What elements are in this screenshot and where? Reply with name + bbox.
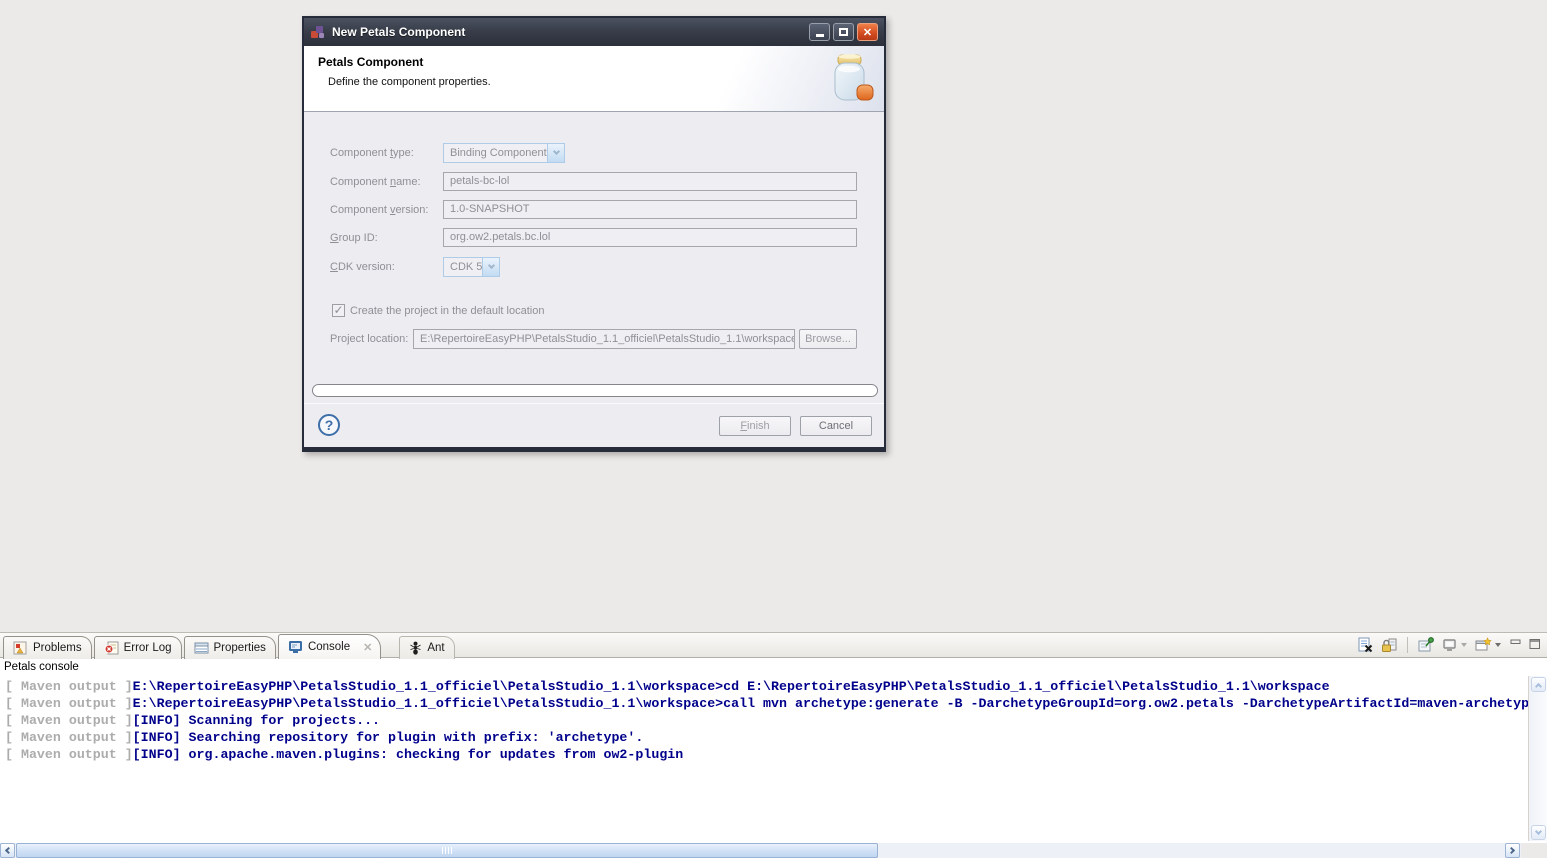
console-toolbar bbox=[1357, 637, 1501, 653]
error-log-icon bbox=[104, 641, 119, 655]
console-line-prefix: [ Maven output ] bbox=[5, 679, 133, 694]
chevron-down-icon[interactable] bbox=[1461, 643, 1467, 647]
console-line-prefix: [ Maven output ] bbox=[5, 747, 133, 762]
tab-ant[interactable]: Ant bbox=[399, 636, 454, 659]
properties-icon bbox=[194, 641, 209, 655]
component-name-label: Component name: bbox=[330, 176, 421, 188]
jar-icon bbox=[830, 53, 874, 103]
chevron-down-icon[interactable] bbox=[482, 258, 499, 276]
view-tabbar: Problems Error Log Properties Console ✕ bbox=[0, 632, 1547, 658]
minimize-view-icon bbox=[1510, 638, 1522, 650]
cdk-version-label: CDK version: bbox=[330, 261, 395, 273]
console-line-text: [INFO] Scanning for projects... bbox=[133, 713, 380, 728]
console-line: [ Maven output ]E:\RepertoireEasyPHP\Pet… bbox=[5, 678, 1528, 695]
maximize-view-icon bbox=[1529, 638, 1541, 650]
footer-divider bbox=[304, 403, 884, 404]
scroll-lock-button[interactable] bbox=[1381, 637, 1397, 653]
console-output[interactable]: [ Maven output ]E:\RepertoireEasyPHP\Pet… bbox=[0, 676, 1528, 841]
chevron-left-icon bbox=[5, 847, 12, 854]
vertical-scrollbar[interactable] bbox=[1528, 676, 1547, 841]
scrollbar-corner bbox=[1521, 843, 1547, 858]
ant-icon bbox=[409, 641, 422, 655]
minimize-view-button[interactable] bbox=[1510, 638, 1522, 650]
console-line: [ Maven output ]E:\RepertoireEasyPHP\Pet… bbox=[5, 695, 1528, 712]
project-location-field[interactable]: E:\RepertoireEasyPHP\PetalsStudio_1.1_of… bbox=[413, 329, 795, 349]
chevron-down-icon bbox=[1535, 828, 1542, 835]
tab-problems[interactable]: Problems bbox=[3, 636, 92, 659]
wizard-subtitle: Define the component properties. bbox=[328, 76, 491, 88]
wizard-title: Petals Component bbox=[318, 55, 423, 69]
open-console-button[interactable] bbox=[1475, 637, 1501, 653]
console-icon bbox=[288, 640, 303, 654]
tab-properties[interactable]: Properties bbox=[184, 636, 276, 659]
component-version-field[interactable]: 1.0-SNAPSHOT bbox=[443, 200, 857, 219]
scroll-lock-icon bbox=[1381, 637, 1397, 653]
console-line: [ Maven output ][INFO] Searching reposit… bbox=[5, 729, 1528, 746]
component-type-label: Component type: bbox=[330, 147, 414, 159]
minimize-icon bbox=[816, 34, 824, 37]
console-line-text: [INFO] org.apache.maven.plugins: checkin… bbox=[133, 747, 684, 762]
console-view: Problems Error Log Properties Console ✕ bbox=[0, 632, 1547, 860]
display-console-icon bbox=[1442, 637, 1458, 653]
dialog-title: New Petals Component bbox=[332, 25, 465, 39]
tab-console[interactable]: Console ✕ bbox=[278, 634, 381, 659]
cdk-version-select[interactable]: CDK 5 bbox=[443, 257, 500, 277]
pin-console-button[interactable] bbox=[1418, 637, 1434, 653]
scroll-left-button[interactable] bbox=[0, 843, 15, 858]
new-petals-component-dialog: New Petals Component ✕ Petals Component … bbox=[302, 16, 886, 452]
tab-error-log[interactable]: Error Log bbox=[94, 636, 182, 659]
console-line-prefix: [ Maven output ] bbox=[5, 730, 133, 745]
tab-close-icon[interactable]: ✕ bbox=[363, 641, 372, 654]
cancel-button[interactable]: Cancel bbox=[800, 416, 872, 436]
component-version-label: Component version: bbox=[330, 204, 428, 216]
minimize-button[interactable] bbox=[809, 23, 830, 41]
progress-bar bbox=[312, 384, 878, 397]
view-controls bbox=[1510, 638, 1541, 650]
dialog-titlebar[interactable]: New Petals Component ✕ bbox=[304, 18, 884, 46]
cdk-version-value: CDK 5 bbox=[444, 258, 482, 276]
pin-console-icon bbox=[1418, 637, 1434, 653]
close-button[interactable]: ✕ bbox=[857, 23, 878, 41]
console-line-text: [INFO] Searching repository for plugin w… bbox=[133, 730, 644, 745]
browse-button[interactable]: Browse... bbox=[799, 329, 857, 349]
open-console-icon bbox=[1475, 637, 1492, 653]
group-id-field[interactable]: org.ow2.petals.bc.lol bbox=[443, 228, 857, 247]
chevron-down-icon[interactable] bbox=[547, 144, 564, 162]
console-name: Petals console bbox=[0, 659, 1547, 676]
console-line-text: E:\RepertoireEasyPHP\PetalsStudio_1.1_of… bbox=[133, 696, 1528, 711]
component-name-field[interactable]: petals-bc-lol bbox=[443, 172, 857, 191]
help-button[interactable]: ? bbox=[318, 414, 340, 436]
problems-icon bbox=[13, 641, 28, 655]
component-type-value: Binding Component bbox=[444, 144, 547, 162]
console-line-prefix: [ Maven output ] bbox=[5, 713, 133, 728]
finish-button[interactable]: Finish bbox=[719, 416, 791, 436]
group-id-label: Group ID: bbox=[330, 232, 378, 244]
chevron-right-icon bbox=[1508, 847, 1515, 854]
close-icon: ✕ bbox=[863, 26, 872, 39]
clear-console-button[interactable] bbox=[1357, 637, 1373, 653]
petals-logo-icon bbox=[310, 24, 326, 40]
console-line: [ Maven output ][INFO] org.apache.maven.… bbox=[5, 746, 1528, 763]
scrollbar-thumb[interactable] bbox=[16, 843, 878, 858]
maximize-view-button[interactable] bbox=[1529, 638, 1541, 650]
console-line-prefix: [ Maven output ] bbox=[5, 696, 133, 711]
scroll-right-button[interactable] bbox=[1505, 843, 1520, 858]
component-type-select[interactable]: Binding Component bbox=[443, 143, 565, 163]
scroll-down-button[interactable] bbox=[1531, 825, 1546, 840]
display-console-button[interactable] bbox=[1442, 637, 1467, 653]
wizard-header: Petals Component Define the component pr… bbox=[304, 46, 884, 112]
maximize-button[interactable] bbox=[833, 23, 854, 41]
clear-console-icon bbox=[1357, 637, 1373, 653]
console-line: [ Maven output ][INFO] Scanning for proj… bbox=[5, 712, 1528, 729]
default-location-label: Create the project in the default locati… bbox=[350, 305, 544, 317]
scroll-up-button[interactable] bbox=[1531, 677, 1546, 692]
chevron-down-icon[interactable] bbox=[1495, 643, 1501, 647]
project-location-label: Project location: bbox=[330, 333, 408, 345]
console-line-text: E:\RepertoireEasyPHP\PetalsStudio_1.1_of… bbox=[133, 679, 1330, 694]
chevron-up-icon bbox=[1535, 682, 1542, 689]
horizontal-scrollbar[interactable] bbox=[0, 843, 1547, 858]
maximize-icon bbox=[839, 28, 848, 36]
default-location-checkbox[interactable]: ✓ bbox=[332, 304, 345, 317]
toolbar-separator bbox=[1407, 637, 1408, 653]
